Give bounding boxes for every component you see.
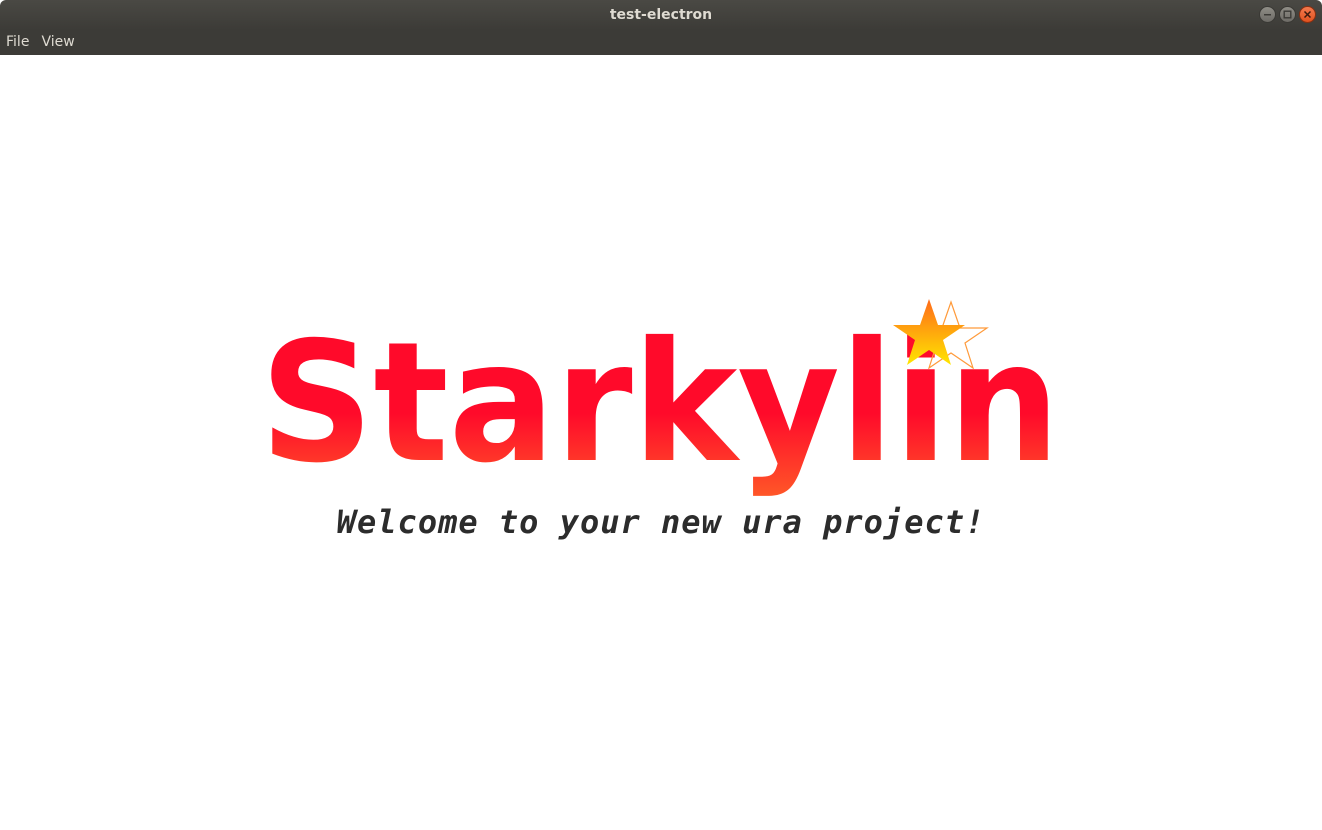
menu-bar: File View bbox=[0, 30, 1322, 55]
minimize-icon bbox=[1264, 14, 1271, 16]
starkylin-logo: Starkylin bbox=[260, 299, 1060, 500]
minimize-button[interactable] bbox=[1259, 6, 1276, 23]
welcome-message: Welcome to your new ura project! bbox=[336, 503, 986, 541]
app-window: test-electron File View Starkylin Welcom… bbox=[0, 0, 1322, 830]
menu-file[interactable]: File bbox=[0, 30, 35, 55]
close-button[interactable] bbox=[1299, 6, 1316, 23]
close-icon bbox=[1303, 10, 1312, 19]
window-controls bbox=[1259, 6, 1316, 23]
window-title: test-electron bbox=[609, 7, 713, 23]
menu-view[interactable]: View bbox=[35, 30, 80, 55]
maximize-icon bbox=[1283, 10, 1292, 19]
maximize-button[interactable] bbox=[1279, 6, 1296, 23]
main-content: Starkylin Welcome to your new ura projec… bbox=[0, 55, 1322, 830]
title-bar[interactable]: test-electron bbox=[0, 0, 1322, 30]
